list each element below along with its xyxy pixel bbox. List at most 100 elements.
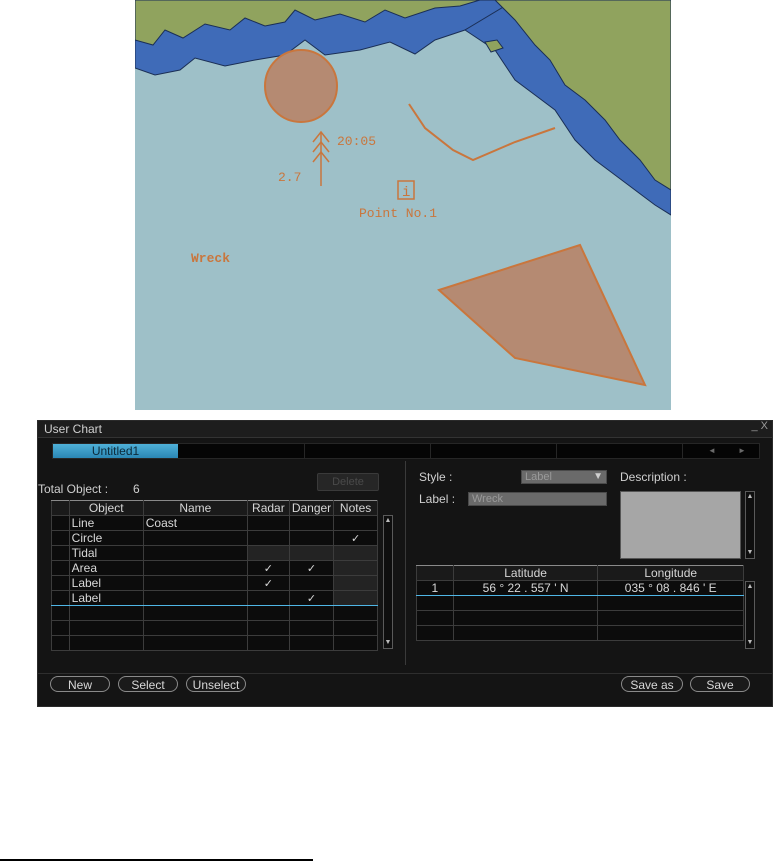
wreck-label[interactable]: Wreck — [191, 251, 230, 266]
col-latitude: Latitude — [452, 565, 599, 581]
danger-cell[interactable]: ✓ — [288, 590, 335, 606]
chevron-down-icon: ▼ — [593, 471, 603, 482]
latitude-cell[interactable]: 56 ° 22 . 557 ' N — [452, 580, 599, 596]
label-label: Label : — [419, 492, 456, 506]
description-input[interactable] — [620, 491, 741, 559]
table-row[interactable]: Label ✓ — [51, 575, 378, 591]
style-select[interactable]: Label ▼ — [521, 470, 607, 484]
col-notes[interactable]: Notes — [333, 500, 378, 516]
col-name[interactable]: Name — [142, 500, 248, 516]
save-button[interactable]: Save — [690, 676, 750, 692]
description-scrollbar[interactable]: ▲ ▼ — [745, 491, 755, 559]
table-row — [51, 635, 378, 651]
radar-cell[interactable] — [246, 515, 290, 531]
style-label: Style : — [419, 470, 453, 484]
danger-cell[interactable]: ✓ — [288, 560, 335, 576]
coord-row — [416, 610, 744, 626]
table-row[interactable]: Line Coast — [51, 515, 378, 531]
name-cell — [142, 575, 248, 591]
notes-cell[interactable] — [333, 515, 378, 531]
notes-cell — [333, 590, 378, 606]
dialog-title: User Chart — [44, 422, 103, 436]
tab-divider — [682, 444, 683, 458]
tab-untitled1[interactable]: Untitled1 — [53, 444, 178, 458]
notes-cell — [333, 545, 378, 561]
col-danger[interactable]: Danger — [288, 500, 335, 516]
total-object-value: 6 — [133, 482, 140, 496]
object-cell: Label — [68, 590, 144, 606]
scroll-up-icon[interactable]: ▲ — [746, 492, 754, 502]
table-row — [51, 605, 378, 621]
total-object-label: Total Object : — [38, 482, 109, 496]
select-button[interactable]: Select — [118, 676, 178, 692]
save-as-button[interactable]: Save as — [621, 676, 683, 692]
user-chart-dialog: User Chart _ X Untitled1 ◄ ► Total Objec… — [37, 420, 773, 707]
table-row[interactable]: Area ✓ ✓ — [51, 560, 378, 576]
info-icon-glyph: i — [402, 185, 410, 201]
name-cell — [142, 530, 248, 546]
label-input[interactable]: Wreck — [468, 492, 607, 506]
new-button[interactable]: New — [50, 676, 110, 692]
table-row — [51, 620, 378, 636]
description-label: Description : — [620, 470, 687, 484]
object-table: Object Name Radar Danger Notes Line Coas… — [51, 500, 378, 651]
tab-scroll-right-icon[interactable]: ► — [733, 444, 751, 458]
coordinates-table: Latitude Longitude 1 56 ° 22 . 557 ' N 0… — [416, 565, 744, 641]
danger-cell[interactable] — [288, 575, 335, 591]
danger-cell[interactable] — [288, 530, 335, 546]
col-longitude: Longitude — [597, 565, 744, 581]
coordinates-scrollbar[interactable]: ▲ ▼ — [745, 581, 755, 649]
select-all-cell[interactable] — [51, 500, 70, 516]
notes-cell — [333, 560, 378, 576]
danger-cell[interactable] — [288, 515, 335, 531]
panel-divider — [405, 461, 406, 665]
circle-object[interactable] — [264, 49, 338, 123]
table-row-selected[interactable]: Label ✓ — [51, 590, 378, 606]
tab-divider — [430, 444, 431, 458]
object-cell: Line — [68, 515, 144, 531]
notes-cell — [333, 575, 378, 591]
tidal-time-label: 20:05 — [337, 134, 376, 149]
table-row[interactable]: Tidal — [51, 545, 378, 561]
table-header-row: Object Name Radar Danger Notes — [51, 500, 378, 516]
table-row[interactable]: Circle ✓ — [51, 530, 378, 546]
col-radar[interactable]: Radar — [246, 500, 290, 516]
coord-header-row: Latitude Longitude — [416, 565, 744, 581]
style-select-value: Label — [525, 471, 552, 483]
object-cell: Tidal — [68, 545, 144, 561]
radar-cell[interactable]: ✓ — [246, 575, 290, 591]
col-object[interactable]: Object — [68, 500, 144, 516]
coord-row — [416, 625, 744, 641]
footnote-rule — [0, 859, 313, 861]
object-table-scrollbar[interactable]: ▲ ▼ — [383, 515, 393, 649]
object-cell: Label — [68, 575, 144, 591]
radar-cell[interactable] — [246, 590, 290, 606]
longitude-cell[interactable]: 035 ° 08 . 846 ' E — [597, 580, 744, 596]
coord-row[interactable]: 1 56 ° 22 . 557 ' N 035 ° 08 . 846 ' E — [416, 580, 744, 596]
tidal-speed-label: 2.7 — [278, 170, 301, 185]
notes-cell[interactable]: ✓ — [333, 530, 378, 546]
coord-row — [416, 595, 744, 611]
scroll-up-icon[interactable]: ▲ — [746, 582, 754, 592]
scroll-up-icon[interactable]: ▲ — [384, 516, 392, 526]
title-bar[interactable]: User Chart _ X — [38, 420, 772, 438]
window-controls[interactable]: _ X — [751, 420, 768, 432]
chart-view[interactable]: 20:05 2.7 i Point No.1 Wreck — [135, 0, 671, 410]
coord-index: 1 — [416, 580, 454, 596]
delete-button[interactable]: Delete — [317, 473, 379, 491]
tab-strip: Untitled1 ◄ ► — [52, 443, 760, 459]
radar-cell[interactable]: ✓ — [246, 560, 290, 576]
scroll-down-icon[interactable]: ▼ — [384, 638, 392, 648]
scroll-down-icon[interactable]: ▼ — [746, 548, 754, 558]
object-cell: Circle — [68, 530, 144, 546]
tab-scroll-left-icon[interactable]: ◄ — [703, 444, 721, 458]
unselect-button[interactable]: Unselect — [186, 676, 246, 692]
footer-divider — [38, 673, 772, 674]
name-cell: Coast — [142, 515, 248, 531]
radar-cell[interactable] — [246, 530, 290, 546]
object-cell: Area — [68, 560, 144, 576]
tab-divider — [556, 444, 557, 458]
tab-divider — [304, 444, 305, 458]
scroll-down-icon[interactable]: ▼ — [746, 638, 754, 648]
point-label: Point No.1 — [359, 206, 437, 221]
